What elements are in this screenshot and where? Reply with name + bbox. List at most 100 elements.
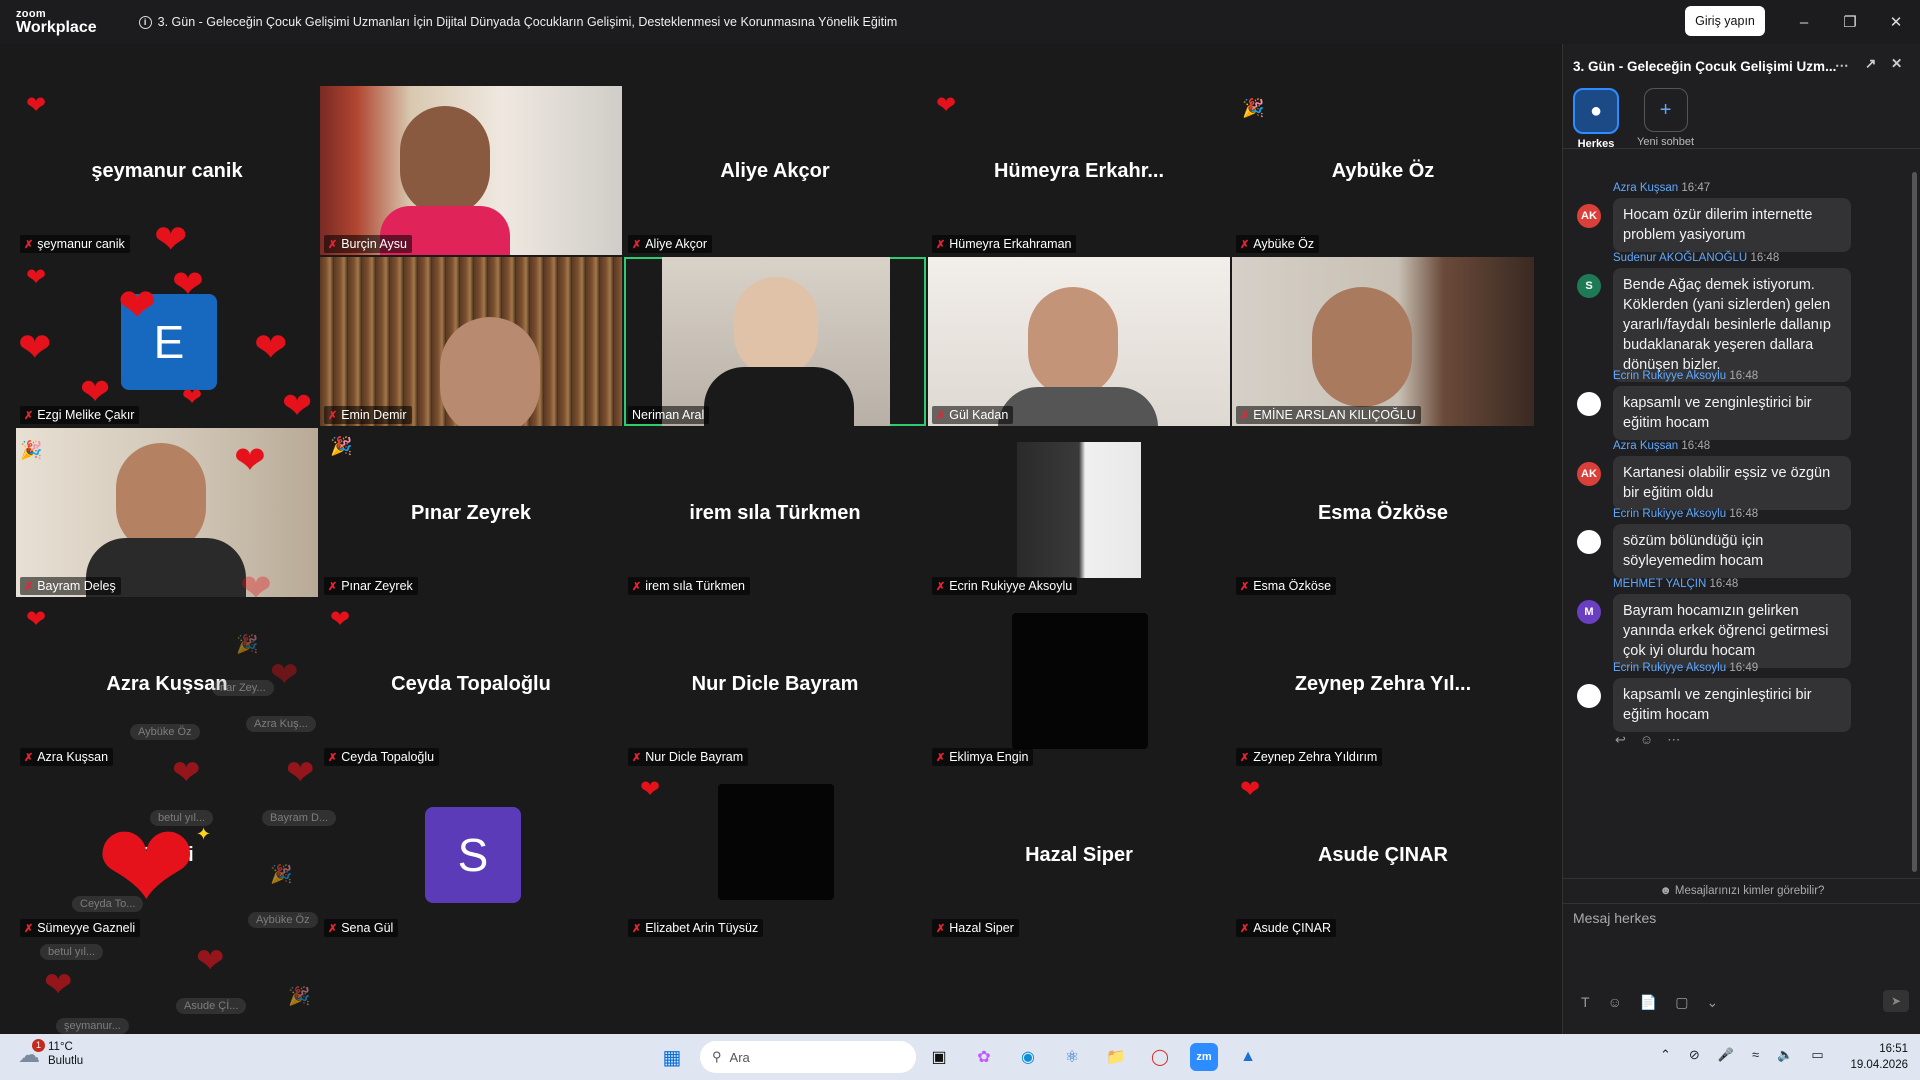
chevron-down-icon[interactable]: ⌄ <box>1707 994 1719 1011</box>
participant-tile[interactable]: Zeynep Zehra Yıl... ✗ Zeynep Zehra Yıldır… <box>1232 599 1534 768</box>
participant-video[interactable]: ✗ Bayram Deleş <box>16 428 318 597</box>
message-input[interactable]: Mesaj herkes <box>1573 910 1656 926</box>
who-can-see[interactable]: ☻ Mesajlarınızı kimler görebilir? <box>1563 878 1920 904</box>
message-bubble[interactable]: Bende Ağaç demek istiyorum. Köklerden (y… <box>1613 268 1851 382</box>
name-tag-label: Bayram Deleş <box>37 579 116 593</box>
windows-taskbar: ☁ 1 11°C Bulutlu ▦ ⚲ Ara ▣ ✿ ◉ ⚛ 📁 ◯ zm ▲ … <box>0 1034 1920 1080</box>
participant-tile[interactable]: Esma Özköse ✗ Esma Özköse <box>1232 428 1534 597</box>
taskbar-search[interactable]: ⚲ Ara <box>700 1041 916 1073</box>
participant-tile[interactable]: S ✗ Sena Gül <box>320 770 622 939</box>
more-icon[interactable]: ⋯ <box>1667 732 1680 748</box>
participant-tile[interactable]: Pınar Zeyrek ✗ Pınar Zeyrek <box>320 428 622 597</box>
participant-name: şeymanur canik <box>91 160 243 182</box>
zoom-app-icon[interactable]: zm <box>1190 1043 1218 1071</box>
screenshot-icon[interactable]: ▢ <box>1675 994 1688 1011</box>
participant-tile[interactable]: Aybüke Öz ✗ Aybüke Öz <box>1232 86 1534 255</box>
participant-video-active-speaker[interactable]: Neriman Aral <box>624 257 926 426</box>
name-tag: ✗ Hazal Siper <box>932 919 1019 937</box>
info-icon[interactable]: i <box>138 15 152 29</box>
edge-icon[interactable]: ◉ <box>1014 1043 1042 1071</box>
who-can-see-label: Mesajlarınızı kimler görebilir? <box>1674 885 1825 897</box>
wifi-icon[interactable]: ≈ <box>1752 1047 1759 1063</box>
emoji-icon[interactable]: ☺ <box>1640 732 1653 748</box>
name-tag-label: Ecrin Rukiyye Aksoylu <box>949 579 1073 593</box>
heart-icon: ❤ <box>172 264 204 306</box>
participant-video[interactable]: ✗ EMİNE ARSLAN KILIÇOĞLU <box>1232 257 1534 426</box>
chrome-icon[interactable]: ◯ <box>1146 1043 1174 1071</box>
emoji-icon[interactable]: ☺ <box>1608 994 1622 1011</box>
heart-icon: ❤ <box>18 326 52 370</box>
participant-name: Asude ÇINAR <box>1317 844 1448 866</box>
participant-video[interactable]: ✗ Gül Kadan <box>928 257 1230 426</box>
participant-tile[interactable]: ✗ Eklimya Engin <box>928 599 1230 768</box>
windows-start-icon[interactable]: ▦ <box>658 1043 686 1071</box>
participant-video[interactable]: ✗ Emin Demir <box>320 257 622 426</box>
more-icon[interactable]: ⋯ <box>1835 58 1849 74</box>
reply-icon[interactable]: ↩ <box>1615 732 1626 748</box>
participant-tile[interactable]: Hümeyra Erkahr... ✗ Hümeyra Erkahraman <box>928 86 1230 255</box>
participant-tile[interactable]: ✗ Ecrin Rukiyye Aksoylu <box>928 428 1230 597</box>
name-tag: ✗ Esma Özköse <box>1236 577 1337 595</box>
microphone-icon[interactable]: 🎤 <box>1718 1047 1734 1063</box>
mic-off-icon: ✗ <box>1240 922 1250 935</box>
participant-video[interactable]: ✗ Burçin Aysu <box>320 86 622 255</box>
reaction-name-chip: betul yıl... <box>40 944 104 960</box>
clock[interactable]: 16:51 19.04.2026 <box>1850 1041 1908 1073</box>
message-bubble[interactable]: Bayram hocamızın gelirken yanında erkek … <box>1613 594 1851 668</box>
mic-off-icon: ✗ <box>1240 751 1250 764</box>
weather-widget[interactable]: ☁ 1 11°C Bulutlu <box>18 1038 83 1069</box>
name-tag: ✗ Ceyda Topaloğlu <box>324 748 440 766</box>
tab-everyone[interactable]: ● Herkes <box>1573 88 1619 150</box>
participant-tile[interactable]: Hazal Siper ✗ Hazal Siper <box>928 770 1230 939</box>
volume-icon[interactable]: 🔈 <box>1777 1047 1793 1063</box>
tab-new-chat[interactable]: + Yeni sohbet <box>1637 88 1694 148</box>
send-button[interactable]: ➤ <box>1883 990 1909 1012</box>
avatar <box>1577 684 1601 708</box>
message-bubble[interactable]: kapsamlı ve zenginleştirici bir eğitim h… <box>1613 678 1851 732</box>
message-bubble[interactable]: kapsamlı ve zenginleştirici bir eğitim h… <box>1613 386 1851 440</box>
popout-icon[interactable]: ↗ <box>1865 56 1876 72</box>
name-tag: ✗ Bayram Deleş <box>20 577 121 595</box>
name-tag: ✗ Zeynep Zehra Yıldırım <box>1236 748 1383 766</box>
chevron-up-icon[interactable]: ⌃ <box>1660 1047 1671 1063</box>
heart-icon: ❤ <box>640 776 661 803</box>
message-bubble[interactable]: Kartanesi olabilir eşsiz ve özgün bir eğ… <box>1613 456 1851 510</box>
close-icon[interactable]: ✕ <box>1891 56 1902 72</box>
close-icon[interactable]: ✕ <box>1884 10 1908 34</box>
participant-name: Aliye Akçor <box>720 160 830 182</box>
participant-tile[interactable]: Nur Dicle Bayram ✗ Nur Dicle Bayram <box>624 599 926 768</box>
heart-icon: ❤ <box>26 606 47 633</box>
battery-icon[interactable]: ▭ <box>1811 1047 1823 1063</box>
participant-name: Aybüke Öz <box>1331 160 1435 182</box>
name-tag: ✗ Elizabet Arin Tüysüz <box>628 919 764 937</box>
restore-icon[interactable]: ❐ <box>1838 10 1862 34</box>
mic-off-icon: ✗ <box>936 580 946 593</box>
message-bubble[interactable]: sözüm bölündüğü için söyleyemedim hocam <box>1613 524 1851 578</box>
participant-tile[interactable]: Asude ÇINAR ✗ Asude ÇINAR <box>1232 770 1534 939</box>
chat-scrollbar[interactable] <box>1912 172 1917 872</box>
task-view-icon[interactable]: ▣ <box>925 1043 953 1071</box>
heart-icon: ❤ <box>44 966 73 1004</box>
participant-name: Pınar Zeyrek <box>410 502 532 524</box>
minimize-icon[interactable]: – <box>1792 10 1816 34</box>
app-icon[interactable]: ⚛ <box>1058 1043 1086 1071</box>
party-popper-icon: 🎉 <box>20 440 43 460</box>
network-off-icon[interactable]: ⊘ <box>1689 1047 1700 1063</box>
person-silhouette <box>734 277 818 377</box>
copilot-icon[interactable]: ✿ <box>970 1043 998 1071</box>
message-bubble[interactable]: Hocam özür dilerim internette problem ya… <box>1613 198 1851 252</box>
signin-button[interactable]: Giriş yapın <box>1685 6 1765 36</box>
file-icon[interactable]: 📄 <box>1640 994 1657 1011</box>
format-icon[interactable]: T <box>1581 994 1590 1011</box>
participant-tile[interactable]: irem sıla Türkmen ✗ irem sıla Türkmen <box>624 428 926 597</box>
file-explorer-icon[interactable]: 📁 <box>1102 1043 1130 1071</box>
name-tag-label: Burçin Aysu <box>341 237 407 251</box>
participant-tile[interactable]: Ceyda Topaloğlu ✗ Ceyda Topaloğlu <box>320 599 622 768</box>
system-tray: ⌃ ⊘ 🎤 ≈ 🔈 ▭ <box>1660 1047 1824 1063</box>
participant-tile[interactable]: ✗ Elizabet Arin Tüysüz <box>624 770 926 939</box>
person-silhouette <box>1028 287 1118 397</box>
name-tag: ✗ Gül Kadan <box>932 406 1014 424</box>
app-icon[interactable]: ▲ <box>1234 1043 1262 1071</box>
name-tag: ✗ Aliye Akçor <box>628 235 713 253</box>
participant-tile[interactable]: Aliye Akçor ✗ Aliye Akçor <box>624 86 926 255</box>
